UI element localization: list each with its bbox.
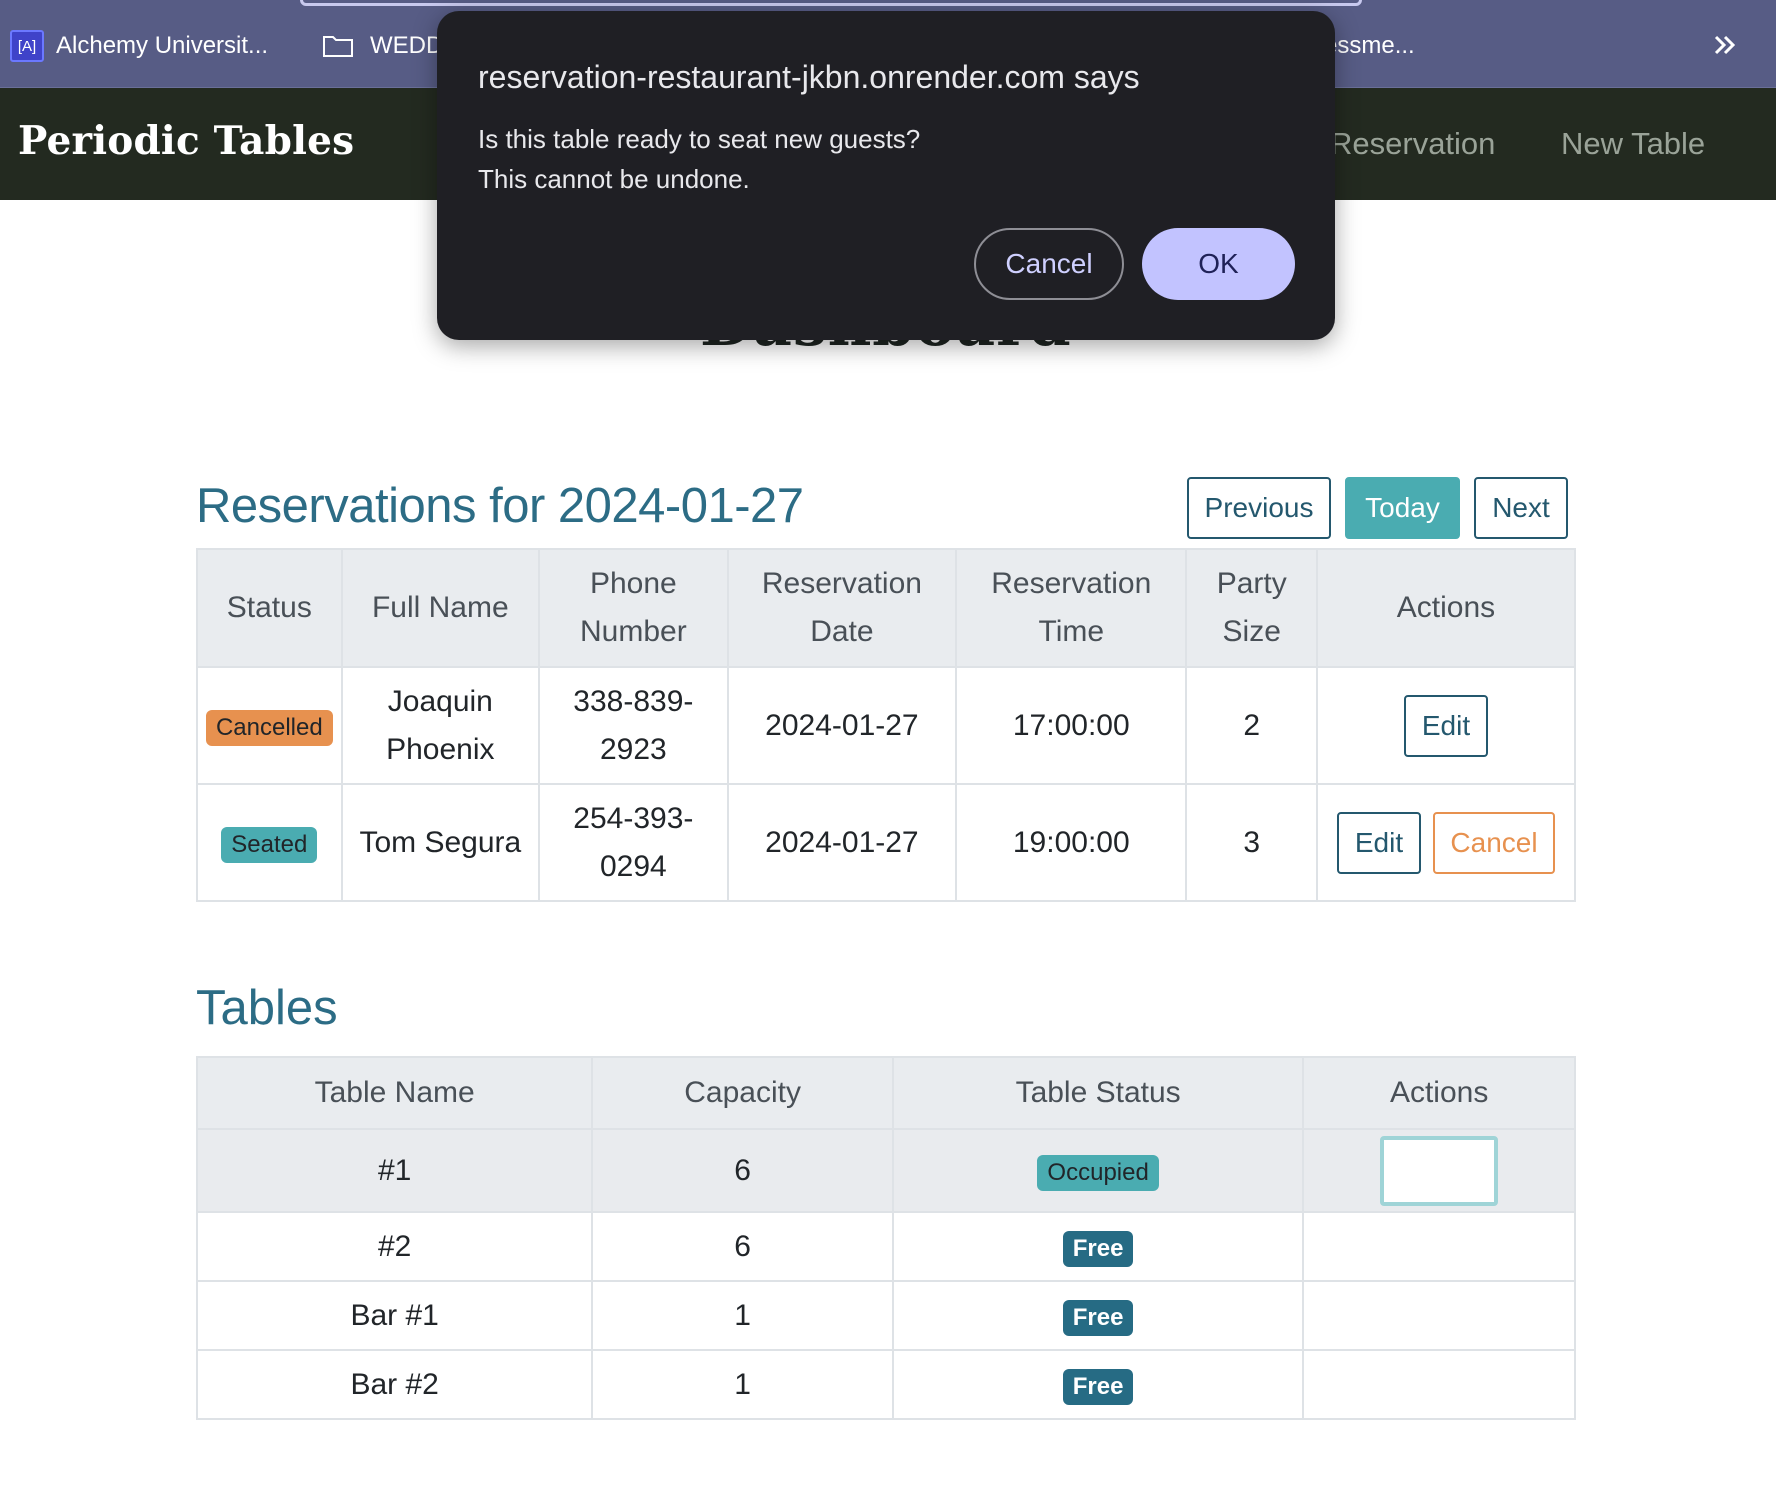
party-size-cell: 2 <box>1185 666 1318 785</box>
brand-title[interactable]: Periodic Tables <box>18 118 354 164</box>
full-name-cell: Tom Segura <box>340 783 541 902</box>
double-chevron-right-icon[interactable] <box>1710 30 1740 60</box>
column-header: Reservation Date <box>726 548 958 668</box>
reservations-table: Status Full Name Phone Number Reservatio… <box>196 548 1576 902</box>
bookmark-wedd-folder[interactable]: WEDD <box>322 26 443 66</box>
status-badge: Cancelled <box>205 709 333 746</box>
table-header-row: Status Full Name Phone Number Reservatio… <box>196 548 1576 668</box>
status-badge: Free <box>1062 1368 1134 1405</box>
edit-button[interactable]: Edit <box>1337 811 1421 874</box>
table-header-row: Table Name Capacity Table Status Actions <box>195 1056 1576 1130</box>
dialog-ok-button[interactable]: OK <box>1142 228 1295 300</box>
capacity-cell: 1 <box>591 1280 894 1351</box>
full-name-cell: Joaquin Phoenix <box>340 666 541 785</box>
table-row: Cancelled Joaquin Phoenix 338-839-2923 2… <box>196 666 1576 785</box>
today-button[interactable]: Today <box>1345 477 1460 539</box>
column-header: Actions <box>1302 1056 1576 1130</box>
actions-cell <box>1302 1211 1576 1282</box>
table-name-cell: Bar #2 <box>195 1349 594 1420</box>
nav-link-reservation[interactable]: Reservation <box>1330 126 1495 162</box>
dialog-message-line: Is this table ready to seat new guests? <box>478 124 921 154</box>
tables-table: Table Name Capacity Table Status Actions… <box>195 1056 1576 1420</box>
edit-button[interactable]: Edit <box>1404 694 1488 757</box>
bookmark-label: WEDD <box>370 32 444 59</box>
date-cell: 2024-01-27 <box>726 783 958 902</box>
status-badge: Occupied <box>1037 1154 1159 1191</box>
table-row: Bar #1 1 Free <box>195 1280 1576 1351</box>
column-header: Full Name <box>340 548 541 668</box>
confirm-dialog: reservation-restaurant-jkbn.onrender.com… <box>437 11 1335 340</box>
column-header: Table Status <box>891 1056 1305 1130</box>
table-row: #1 6 Occupied Finish <box>195 1128 1576 1213</box>
actions-cell: Edit Cancel <box>1316 783 1576 902</box>
column-header: Status <box>196 548 343 668</box>
actions-cell: Edit <box>1316 666 1576 785</box>
bookmark-alchemy[interactable]: [A] Alchemy Universit... <box>10 26 268 66</box>
capacity-cell: 6 <box>591 1128 894 1213</box>
column-header: Actions <box>1316 548 1576 668</box>
capacity-cell: 1 <box>591 1349 894 1420</box>
party-size-cell: 3 <box>1185 783 1318 902</box>
column-header: Party Size <box>1185 548 1318 668</box>
dialog-message-line: This cannot be undone. <box>478 164 750 194</box>
status-badge: Free <box>1062 1230 1134 1267</box>
status-badge: Seated <box>221 826 318 863</box>
cancel-reservation-button[interactable]: Cancel <box>1433 811 1555 874</box>
table-name-cell: #2 <box>195 1211 594 1282</box>
phone-cell: 254-393-0294 <box>538 783 729 902</box>
nav-link-new-table[interactable]: New Table <box>1561 126 1705 162</box>
dialog-origin: reservation-restaurant-jkbn.onrender.com… <box>478 59 1140 95</box>
address-bar-edge[interactable] <box>300 0 1362 6</box>
actions-cell <box>1302 1349 1576 1420</box>
time-cell: 17:00:00 <box>955 666 1188 785</box>
table-row: Bar #2 1 Free <box>195 1349 1576 1420</box>
dialog-message: Is this table ready to seat new guests? … <box>478 119 920 199</box>
phone-cell: 338-839-2923 <box>538 666 729 785</box>
next-button[interactable]: Next <box>1474 477 1568 539</box>
dialog-cancel-button[interactable]: Cancel <box>974 228 1124 300</box>
table-row: #2 6 Free <box>195 1211 1576 1282</box>
status-badge: Free <box>1062 1299 1134 1336</box>
date-cell: 2024-01-27 <box>726 666 958 785</box>
table-name-cell: #1 <box>195 1128 594 1213</box>
bookmark-label: Alchemy Universit... <box>56 32 269 59</box>
previous-button[interactable]: Previous <box>1187 477 1331 539</box>
folder-icon <box>323 36 353 57</box>
capacity-cell: 6 <box>591 1211 894 1282</box>
actions-cell <box>1302 1280 1576 1351</box>
column-header: Table Name <box>195 1056 594 1130</box>
tables-heading: Tables <box>196 981 338 1035</box>
alchemy-icon: [A] <box>10 30 44 62</box>
column-header: Phone Number <box>538 548 729 668</box>
column-header: Reservation Time <box>955 548 1188 668</box>
table-row: Seated Tom Segura 254-393-0294 2024-01-2… <box>196 783 1576 902</box>
column-header: Capacity <box>591 1056 894 1130</box>
reservations-heading: Reservations for 2024-01-27 <box>196 479 804 533</box>
table-name-cell: Bar #1 <box>195 1280 594 1351</box>
finish-button[interactable]: Finish <box>1380 1135 1499 1206</box>
time-cell: 19:00:00 <box>955 783 1188 902</box>
